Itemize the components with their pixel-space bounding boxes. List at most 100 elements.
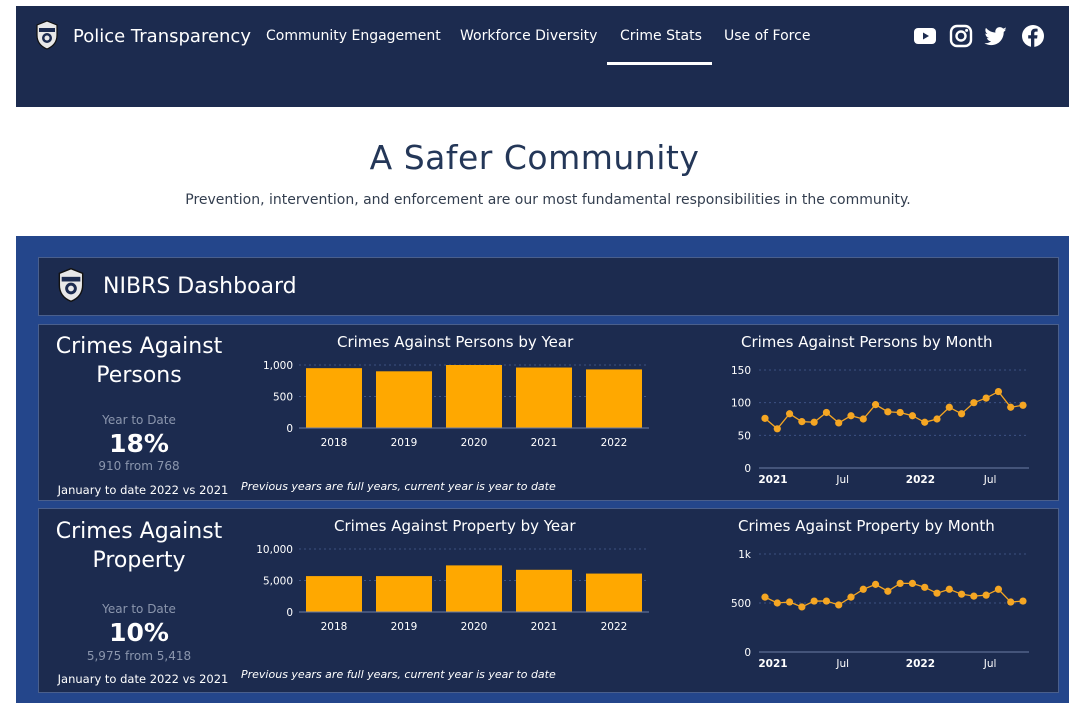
property-month-point [859,585,867,593]
persons-year-ytick-label: 500 [273,392,293,404]
youtube-icon[interactable] [913,24,937,48]
persons-year-bar [446,365,502,428]
property-year-bar [586,573,642,612]
property-month-point [798,603,806,611]
property-month-point [1007,598,1015,606]
persons-month-point [896,408,904,417]
property-year-category-label: 2019 [391,621,418,633]
property-year-bar [376,576,432,612]
property-year-category-label: 2022 [601,621,628,633]
dashboard-title: NIBRS Dashboard [103,274,297,299]
persons-month-point [822,408,831,417]
property-month-point [871,580,880,588]
property-month-point [982,591,990,599]
persons-month-point [933,415,941,423]
persons-month-point [785,410,794,418]
nibrs-dashboard: NIBRS Dashboard Crimes Against Persons Y… [16,236,1069,703]
persons-month-point [871,401,880,409]
persons-month-xtick-label: Jul [835,474,849,486]
property-ytd-percent: 10% [109,618,169,647]
persons-month-ytick-label: 50 [738,430,751,442]
twitter-icon[interactable] [984,24,1008,48]
property-month-xtick-label: Jul [983,658,997,670]
persons-year-bar [376,371,432,428]
facebook-icon[interactable] [1021,24,1045,48]
property-month-point [994,585,1003,593]
persons-month-point [798,418,806,426]
property-month-point [1019,597,1027,605]
persons-month-xtick-label: 2022 [906,474,935,486]
property-year-bar [516,569,572,612]
persons-month-point [1019,401,1027,409]
persons-month-point [970,399,978,407]
persons-year-note: Previous years are full years, current y… [241,480,556,493]
property-month-point [970,592,978,600]
property-month-point [835,601,843,609]
persons-month-xtick-label: Jul [983,474,997,486]
persons-month-xtick-label: 2021 [758,474,787,486]
property-year-chart: 0 5,000 10,000 2018 2019 2020 2021 2022 [256,544,649,633]
property-month-point [921,583,929,591]
nav-crime-stats[interactable]: Crime Stats [620,28,702,44]
persons-month-point [957,410,966,418]
persons-section: Crimes Against Persons Year to Date 18% … [38,324,1059,501]
persons-month-point [773,425,781,433]
property-ytd-label: Year to Date [102,602,176,616]
brand-title[interactable]: Police Transparency [73,26,251,47]
property-year-category-label: 2018 [321,621,348,633]
property-section: Crimes Against Property Year to Date 10%… [38,508,1059,693]
persons-month-chart: 0 50 100 150 2021 Jul 2022 Jul [731,365,1029,486]
nav-community-engagement[interactable]: Community Engagement [266,28,441,44]
property-year-bar [446,565,502,612]
persons-year-bar [306,368,362,428]
property-month-xtick-label: 2021 [758,658,787,670]
police-badge-icon[interactable] [35,20,59,50]
property-month-point [847,593,855,601]
property-year-chart-title: Crimes Against Property by Year [334,517,576,535]
nav-workforce-diversity[interactable]: Workforce Diversity [460,28,597,44]
property-month-point [773,599,781,607]
property-month-ytick-label: 500 [731,598,751,610]
instagram-icon[interactable] [949,24,973,48]
property-period: January to date 2022 vs 2021 [57,672,229,686]
persons-year-ytick-label: 1,000 [263,360,293,372]
property-year-ytick-label: 5,000 [263,576,293,588]
persons-month-point [1007,403,1015,411]
property-month-point [884,587,892,595]
persons-year-bar [516,367,572,428]
property-month-xtick-label: 2022 [906,658,935,670]
persons-month-point [761,414,769,422]
persons-year-chart: 0 500 1,000 2018 2019 2020 2021 2022 [263,360,649,449]
property-year-ytick-label: 0 [286,607,293,619]
persons-ytd-counts: 910 from 768 [98,459,180,473]
property-month-point [810,597,818,605]
property-title-line1: Crimes Against [55,519,223,544]
nav-use-of-force[interactable]: Use of Force [724,28,810,44]
persons-month-point [810,418,818,426]
persons-month-chart-title: Crimes Against Persons by Month [741,333,993,351]
persons-month-point [908,412,917,420]
persons-month-point [945,403,953,411]
property-ytd-counts: 5,975 from 5,418 [86,649,192,663]
property-month-point [785,598,794,606]
persons-month-point [982,394,990,402]
property-month-xtick-label: Jul [835,658,849,670]
property-month-ytick-label: 1k [738,549,752,561]
property-month-chart-title: Crimes Against Property by Month [738,517,995,535]
persons-year-category-label: 2018 [321,437,348,449]
persons-month-point [859,415,867,423]
page-subtitle: Prevention, intervention, and enforcemen… [185,192,911,208]
persons-ytd-percent: 18% [109,429,169,458]
property-year-ytick-label: 10,000 [256,544,293,556]
persons-period: January to date 2022 vs 2021 [57,483,229,497]
property-month-point [945,585,953,593]
active-tab-indicator [607,62,712,65]
persons-month-point [921,418,929,426]
persons-month-point [994,387,1003,396]
property-month-chart: 0 500 1k 2021 Jul 2022 Jul [731,549,1029,670]
persons-year-category-label: 2020 [461,437,488,449]
persons-year-chart-title: Crimes Against Persons by Year [337,333,574,351]
persons-year-bar [586,369,642,428]
persons-title-line2: Persons [96,363,182,388]
property-month-point [822,597,831,605]
